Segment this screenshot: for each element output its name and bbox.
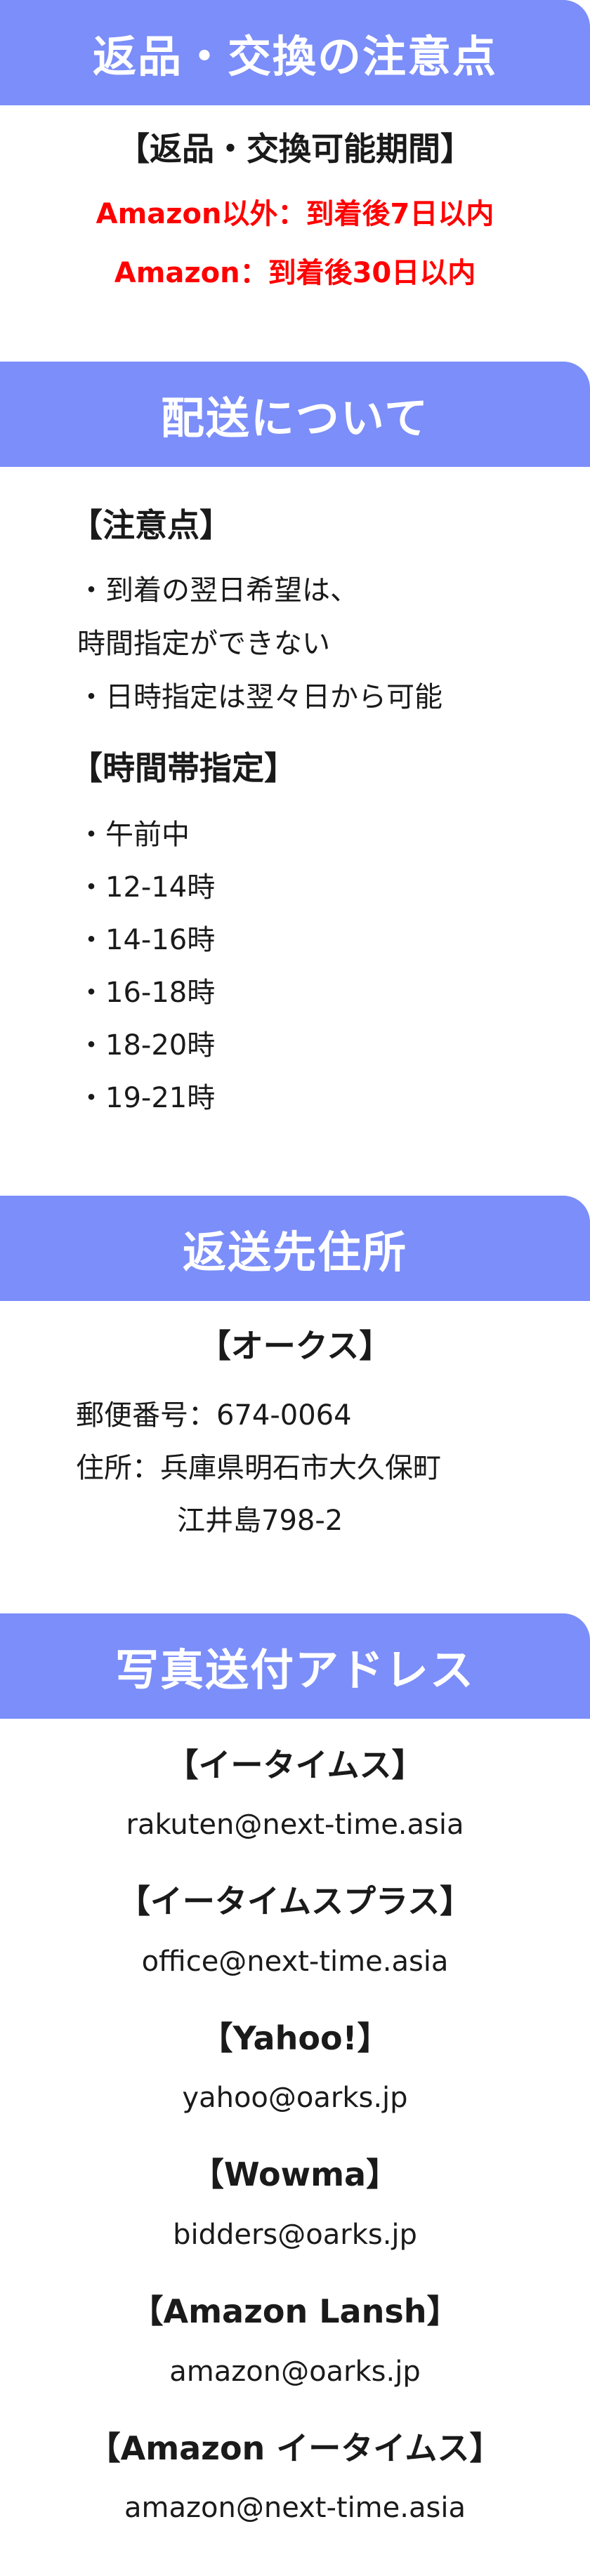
return-company-name: 【オークス】 [198, 1327, 392, 1365]
shipping-note-1b: 時間指定ができない [77, 628, 330, 660]
postal-code: 郵便番号：674-0064 [76, 1399, 352, 1432]
store-name: 【Amazon Lansh】 [131, 2292, 459, 2330]
address-line-1: 住所：兵庫県明石市大久保町 [76, 1452, 441, 1484]
photo-address-header-title: 写真送付アドレス [114, 1644, 475, 1696]
return-address-header: 返送先住所 [0, 1196, 590, 1301]
returns-header-title: 返品・交換の注意点 [92, 31, 497, 82]
shipping-header-title: 配送について [160, 392, 430, 444]
time-slot-item: ・16-18時 [77, 977, 216, 1009]
shipping-note-2: ・日時指定は翌々日から可能 [77, 681, 442, 713]
photo-address-header: 写真送付アドレス [0, 1613, 590, 1719]
address-line-2: 江井島798-2 [177, 1505, 343, 1537]
shipping-header: 配送について [0, 362, 590, 467]
store-name: 【イータイムス】 [166, 1746, 424, 1784]
time-slot-item: ・14-16時 [77, 924, 216, 956]
store-name: 【Amazon イータイムス】 [88, 2429, 502, 2467]
return-rule-other: Amazon以外：到着後7日以内 [96, 198, 494, 230]
store-email: bidders@oarks.jp [173, 2219, 417, 2251]
shipping-notes-title: 【注意点】 [70, 506, 232, 544]
returns-header: 返品・交換の注意点 [0, 0, 590, 105]
store-email: amazon@oarks.jp [169, 2356, 421, 2388]
store-email: office@next-time.asia [141, 1946, 449, 1978]
time-slot-item: ・12-14時 [77, 871, 216, 904]
return-period-title: 【返品・交換可能期間】 [117, 130, 473, 168]
store-email: amazon@next-time.asia [124, 2492, 466, 2524]
store-name: 【Yahoo!】 [200, 2019, 390, 2057]
time-slot-item: ・午前中 [77, 819, 190, 851]
store-name: 【Wowma】 [191, 2155, 399, 2193]
time-slots-title: 【時間帯指定】 [70, 749, 296, 787]
store-name: 【イータイムスプラス】 [117, 1882, 473, 1920]
shipping-note-1a: ・到着の翌日希望は、 [77, 574, 358, 607]
time-slot-item: ・19-21時 [77, 1082, 216, 1114]
store-email: yahoo@oarks.jp [182, 2082, 408, 2114]
return-address-header-title: 返送先住所 [182, 1227, 407, 1278]
time-slot-item: ・18-20時 [77, 1029, 216, 1062]
return-rule-amazon: Amazon：到着後30日以内 [114, 257, 476, 289]
store-email: rakuten@next-time.asia [126, 1809, 464, 1841]
